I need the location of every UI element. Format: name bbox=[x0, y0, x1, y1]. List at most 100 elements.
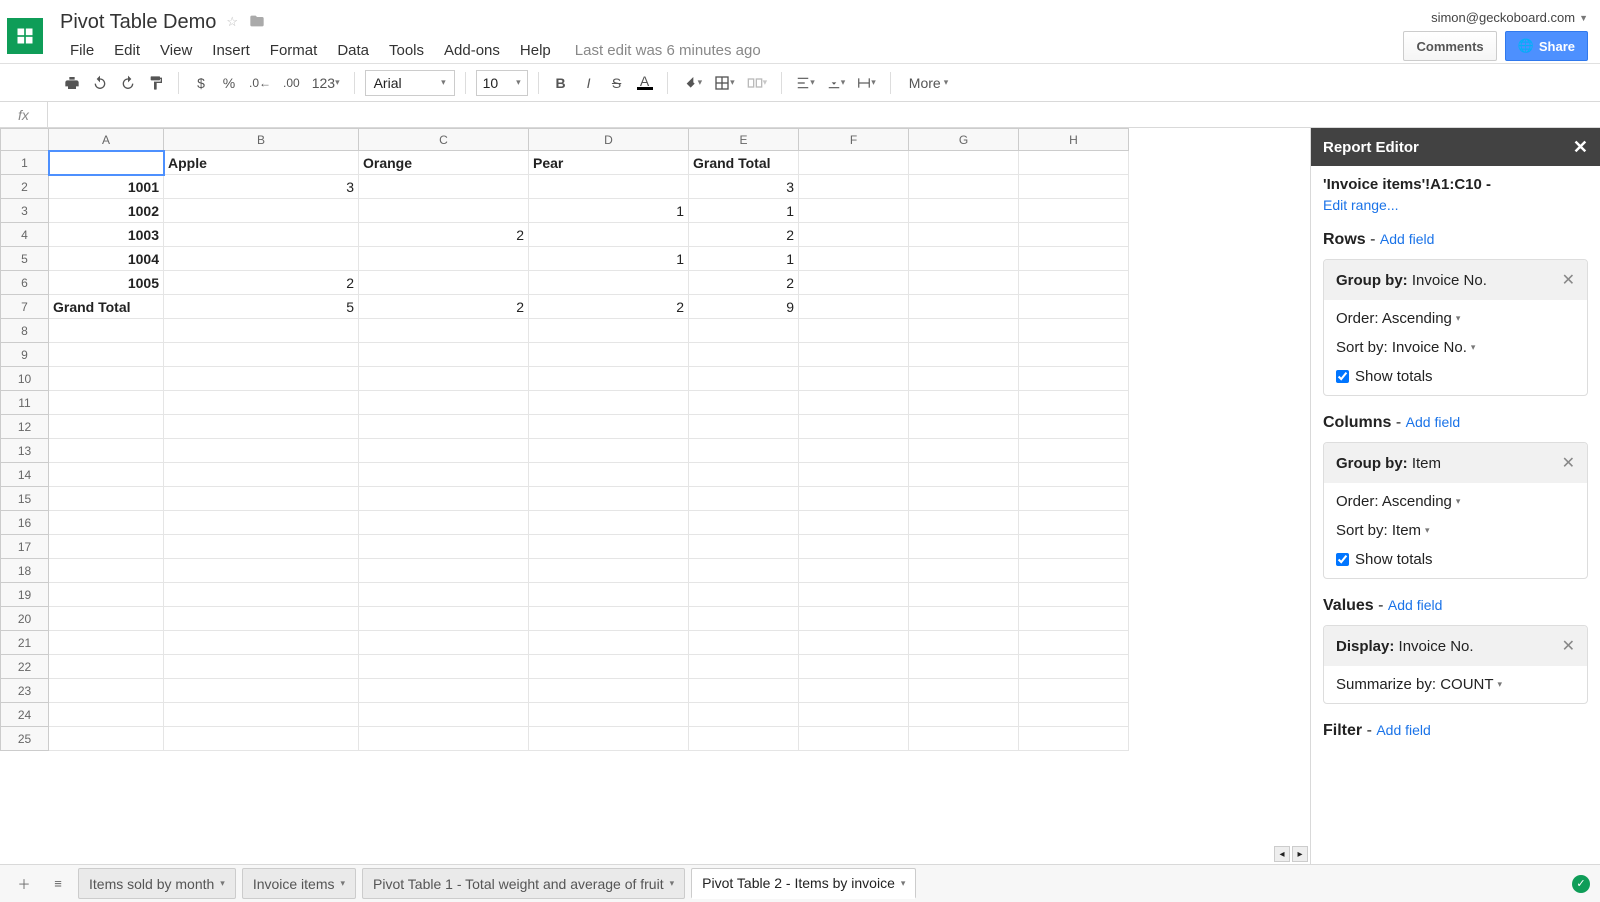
rows-add-field[interactable]: Add field bbox=[1380, 231, 1434, 247]
percent-icon[interactable]: % bbox=[217, 70, 241, 96]
cell-G13[interactable] bbox=[909, 439, 1019, 463]
cell-A19[interactable] bbox=[49, 583, 164, 607]
cell-E17[interactable] bbox=[689, 535, 799, 559]
cell-B2[interactable]: 3 bbox=[164, 175, 359, 199]
cell-G7[interactable] bbox=[909, 295, 1019, 319]
cell-C18[interactable] bbox=[359, 559, 529, 583]
row-head-4[interactable]: 4 bbox=[1, 223, 49, 247]
cell-A15[interactable] bbox=[49, 487, 164, 511]
cell-G21[interactable] bbox=[909, 631, 1019, 655]
cell-B25[interactable] bbox=[164, 727, 359, 751]
strikethrough-icon[interactable]: S bbox=[605, 70, 629, 96]
cell-E11[interactable] bbox=[689, 391, 799, 415]
cell-G14[interactable] bbox=[909, 463, 1019, 487]
cell-C17[interactable] bbox=[359, 535, 529, 559]
cell-C13[interactable] bbox=[359, 439, 529, 463]
col-head-C[interactable]: C bbox=[359, 129, 529, 151]
cell-B15[interactable] bbox=[164, 487, 359, 511]
cell-B19[interactable] bbox=[164, 583, 359, 607]
cell-G24[interactable] bbox=[909, 703, 1019, 727]
cell-E16[interactable] bbox=[689, 511, 799, 535]
cell-D17[interactable] bbox=[529, 535, 689, 559]
cell-G12[interactable] bbox=[909, 415, 1019, 439]
select-all-corner[interactable] bbox=[1, 129, 49, 151]
cell-H25[interactable] bbox=[1019, 727, 1129, 751]
cell-F13[interactable] bbox=[799, 439, 909, 463]
cell-E14[interactable] bbox=[689, 463, 799, 487]
row-head-11[interactable]: 11 bbox=[1, 391, 49, 415]
add-sheet-icon[interactable]: ＋ bbox=[10, 870, 38, 898]
star-icon[interactable]: ☆ bbox=[226, 14, 238, 30]
row-head-9[interactable]: 9 bbox=[1, 343, 49, 367]
cell-A17[interactable] bbox=[49, 535, 164, 559]
cell-H20[interactable] bbox=[1019, 607, 1129, 631]
values-add-field[interactable]: Add field bbox=[1388, 597, 1442, 613]
cell-B14[interactable] bbox=[164, 463, 359, 487]
cell-C1[interactable]: Orange bbox=[359, 151, 529, 175]
cell-H15[interactable] bbox=[1019, 487, 1129, 511]
cell-F20[interactable] bbox=[799, 607, 909, 631]
cell-A7[interactable]: Grand Total bbox=[49, 295, 164, 319]
formula-input[interactable] bbox=[48, 107, 1600, 122]
menu-data[interactable]: Data bbox=[327, 38, 379, 63]
cell-D2[interactable] bbox=[529, 175, 689, 199]
cell-G17[interactable] bbox=[909, 535, 1019, 559]
cell-F9[interactable] bbox=[799, 343, 909, 367]
italic-icon[interactable]: I bbox=[577, 70, 601, 96]
cell-A4[interactable]: 1003 bbox=[49, 223, 164, 247]
cell-B7[interactable]: 5 bbox=[164, 295, 359, 319]
cell-B12[interactable] bbox=[164, 415, 359, 439]
cell-D12[interactable] bbox=[529, 415, 689, 439]
row-head-1[interactable]: 1 bbox=[1, 151, 49, 175]
cell-G16[interactable] bbox=[909, 511, 1019, 535]
cell-C22[interactable] bbox=[359, 655, 529, 679]
columns-order-dropdown[interactable]: Order: Ascending ▾ bbox=[1336, 493, 1575, 510]
cell-E19[interactable] bbox=[689, 583, 799, 607]
cell-E23[interactable] bbox=[689, 679, 799, 703]
comments-button[interactable]: Comments bbox=[1403, 31, 1496, 61]
cell-E6[interactable]: 2 bbox=[689, 271, 799, 295]
remove-rows-icon[interactable]: ✕ bbox=[1562, 270, 1575, 290]
menu-format[interactable]: Format bbox=[260, 38, 328, 63]
cell-B5[interactable] bbox=[164, 247, 359, 271]
row-head-8[interactable]: 8 bbox=[1, 319, 49, 343]
cell-F4[interactable] bbox=[799, 223, 909, 247]
cell-H1[interactable] bbox=[1019, 151, 1129, 175]
cell-B22[interactable] bbox=[164, 655, 359, 679]
cell-B11[interactable] bbox=[164, 391, 359, 415]
col-head-H[interactable]: H bbox=[1019, 129, 1129, 151]
text-wrap-icon[interactable]: ▾ bbox=[853, 70, 880, 96]
cell-A11[interactable] bbox=[49, 391, 164, 415]
cell-H22[interactable] bbox=[1019, 655, 1129, 679]
cell-H23[interactable] bbox=[1019, 679, 1129, 703]
cell-G3[interactable] bbox=[909, 199, 1019, 223]
row-head-3[interactable]: 3 bbox=[1, 199, 49, 223]
cell-H8[interactable] bbox=[1019, 319, 1129, 343]
cell-A3[interactable]: 1002 bbox=[49, 199, 164, 223]
cell-A16[interactable] bbox=[49, 511, 164, 535]
cell-C7[interactable]: 2 bbox=[359, 295, 529, 319]
cell-C21[interactable] bbox=[359, 631, 529, 655]
sheet-tab-1[interactable]: Invoice items▾ bbox=[242, 868, 356, 899]
undo-icon[interactable] bbox=[88, 70, 112, 96]
cell-B6[interactable]: 2 bbox=[164, 271, 359, 295]
cell-E10[interactable] bbox=[689, 367, 799, 391]
cell-C10[interactable] bbox=[359, 367, 529, 391]
filter-add-field[interactable]: Add field bbox=[1376, 722, 1430, 738]
cell-F25[interactable] bbox=[799, 727, 909, 751]
cell-A20[interactable] bbox=[49, 607, 164, 631]
rows-order-dropdown[interactable]: Order: Ascending ▾ bbox=[1336, 310, 1575, 327]
cell-G1[interactable] bbox=[909, 151, 1019, 175]
cell-F19[interactable] bbox=[799, 583, 909, 607]
row-head-15[interactable]: 15 bbox=[1, 487, 49, 511]
row-head-2[interactable]: 2 bbox=[1, 175, 49, 199]
cell-C19[interactable] bbox=[359, 583, 529, 607]
cell-F14[interactable] bbox=[799, 463, 909, 487]
print-icon[interactable] bbox=[60, 70, 84, 96]
cell-B3[interactable] bbox=[164, 199, 359, 223]
rows-show-totals-checkbox[interactable]: Show totals bbox=[1336, 368, 1575, 385]
doc-title[interactable]: Pivot Table Demo bbox=[60, 11, 216, 34]
cell-G2[interactable] bbox=[909, 175, 1019, 199]
cell-E7[interactable]: 9 bbox=[689, 295, 799, 319]
menu-help[interactable]: Help bbox=[510, 38, 561, 63]
